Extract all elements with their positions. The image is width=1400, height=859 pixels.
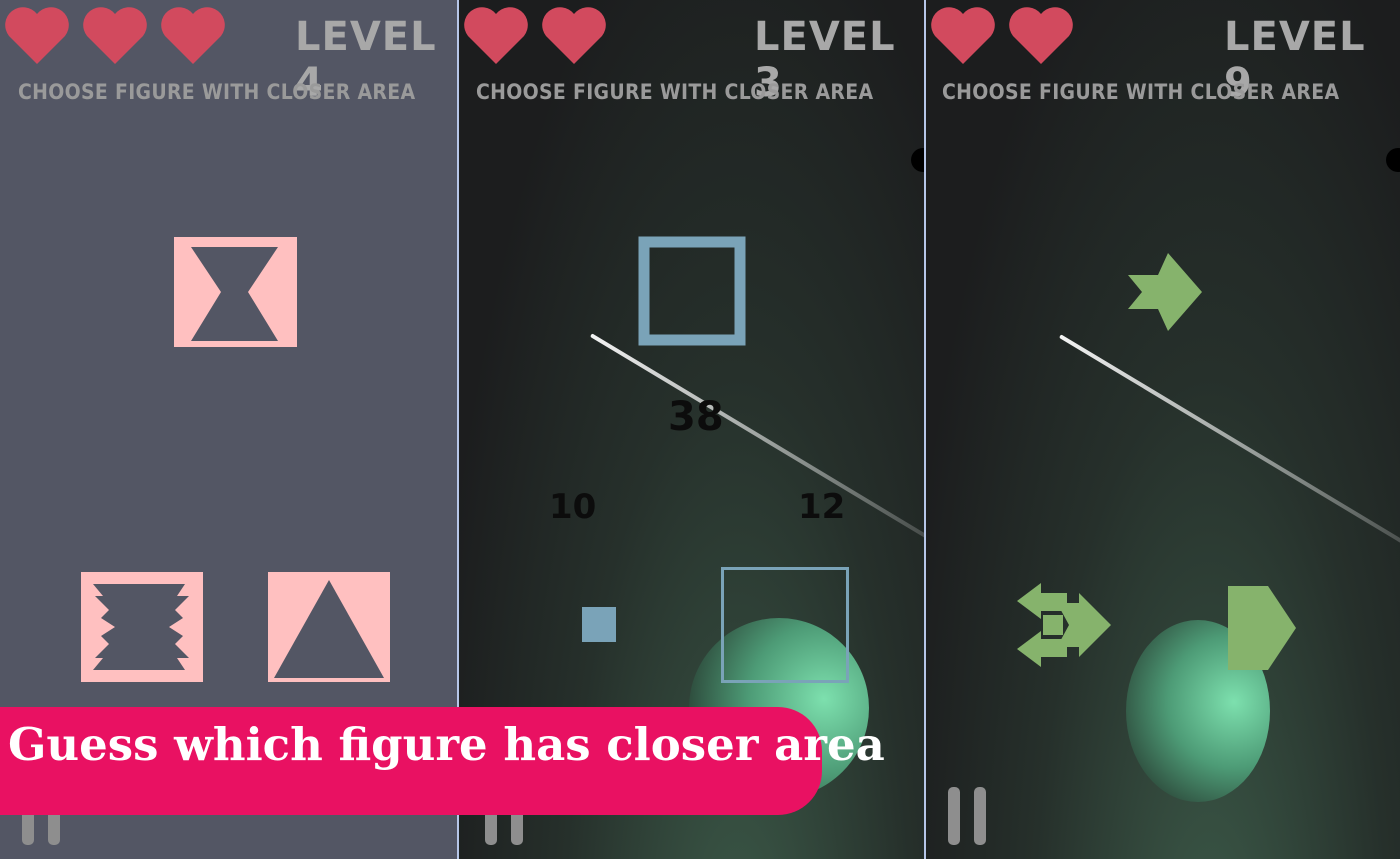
heart-icon — [1008, 6, 1074, 66]
option-figure-pentagon[interactable] — [1228, 586, 1296, 670]
heart-icon — [4, 6, 70, 66]
black-dot — [1386, 148, 1400, 172]
heart-icon — [160, 6, 226, 66]
option-figure-jagged[interactable] — [81, 572, 203, 682]
option-area-value: 12 — [798, 487, 846, 527]
target-figure-square-outline — [638, 236, 746, 346]
heart-icon — [463, 6, 529, 66]
instruction-text: CHOOSE FIGURE WITH CLOSER AREA — [18, 80, 416, 104]
target-area-value: 38 — [668, 394, 724, 440]
heart-icon — [541, 6, 607, 66]
shooting-star — [589, 333, 924, 543]
option-area-value: 10 — [549, 487, 597, 527]
heart-icon — [82, 6, 148, 66]
option-figure-triangle[interactable] — [268, 572, 390, 682]
shooting-star — [1058, 334, 1400, 555]
option-figure-multi-arrow[interactable] — [1017, 583, 1111, 667]
target-figure-hourglass — [174, 237, 297, 347]
instruction-text: CHOOSE FIGURE WITH CLOSER AREA — [476, 80, 874, 104]
promo-banner-text: Guess which figure has closer area — [8, 718, 885, 771]
option-figure-square-outline[interactable] — [721, 567, 849, 683]
lives — [4, 6, 226, 66]
black-dot — [911, 148, 924, 172]
instruction-text: CHOOSE FIGURE WITH CLOSER AREA — [942, 80, 1340, 104]
target-figure-arrow — [1128, 253, 1202, 331]
lives — [930, 6, 1074, 66]
pause-icon[interactable] — [946, 787, 996, 845]
game-panel-level-9: LEVEL 9 CHOOSE FIGURE WITH CLOSER AREA — [926, 0, 1400, 859]
heart-icon — [930, 6, 996, 66]
lives — [463, 6, 607, 66]
option-figure-small-square[interactable] — [582, 607, 616, 642]
